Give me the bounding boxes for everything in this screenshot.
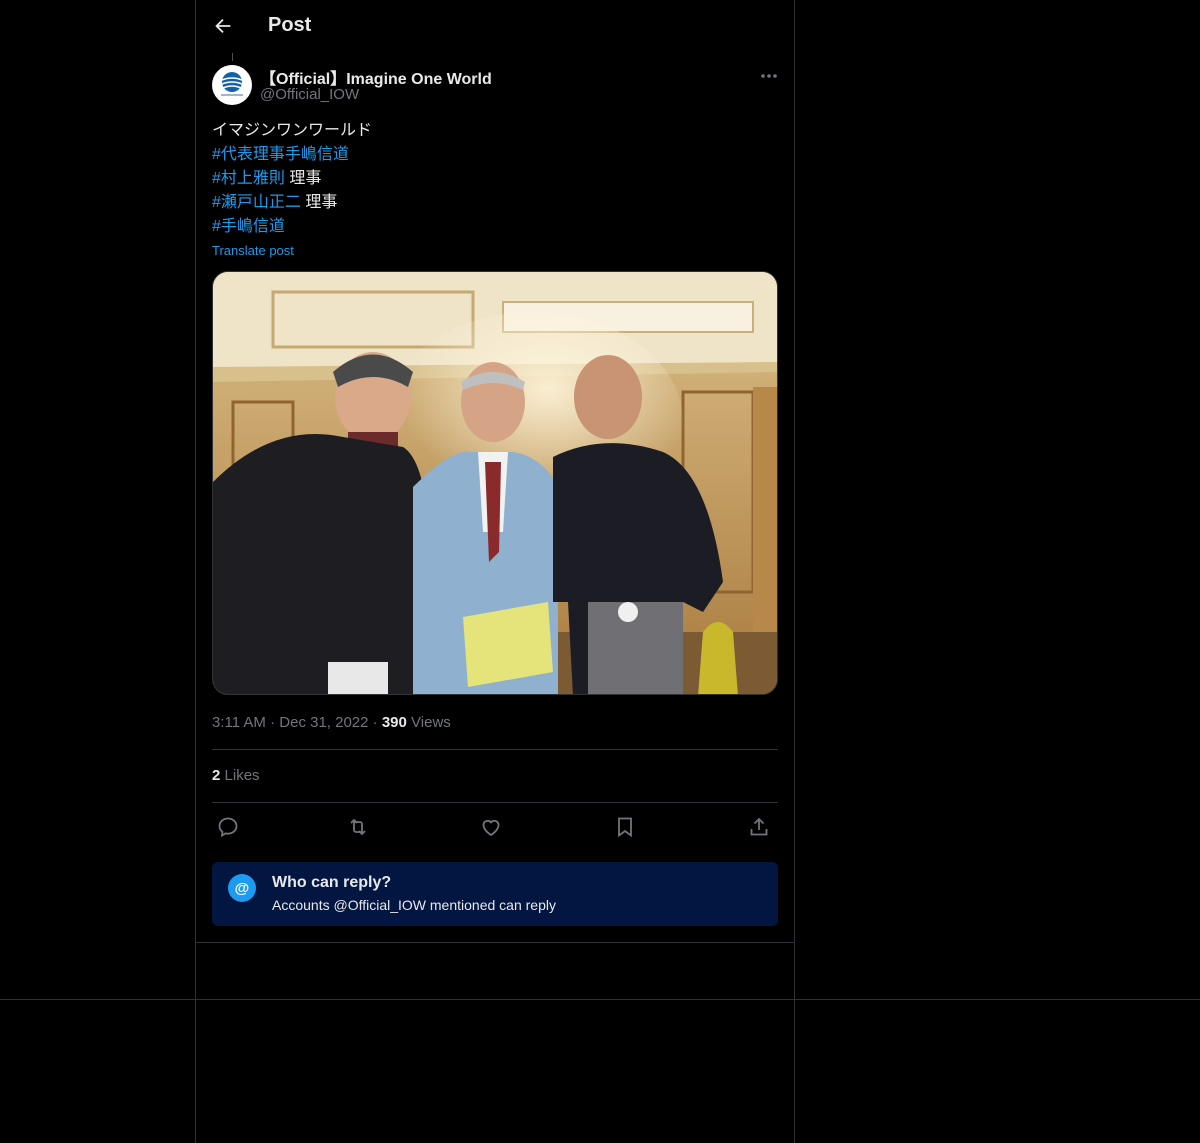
who-can-reply-subtitle: Accounts @Official_IOW mentioned can rep…	[272, 897, 556, 913]
post-date[interactable]: Dec 31, 2022	[279, 714, 368, 731]
post-line-suffix: 理事	[284, 170, 322, 187]
share-icon[interactable]	[747, 815, 771, 839]
post-line-text: イマジンワンワールド	[212, 122, 373, 139]
main-column: Post 【Official】Imagine One World @Offici…	[195, 0, 795, 1143]
views-count: 390	[381, 714, 407, 731]
likes-count: 2	[212, 767, 221, 784]
post-line: #瀬戸山正二 理事	[212, 191, 778, 215]
divider	[212, 749, 778, 750]
post-line: #手嶋信道	[212, 215, 778, 239]
more-options-icon[interactable]	[754, 66, 784, 86]
back-arrow-icon[interactable]	[212, 15, 234, 37]
hashtag-link[interactable]: #手嶋信道	[212, 218, 285, 235]
retweet-icon[interactable]	[346, 815, 370, 839]
likes-stat[interactable]: 2 Likes	[212, 767, 260, 784]
bookmark-icon[interactable]	[613, 815, 637, 839]
like-icon[interactable]	[479, 815, 503, 839]
meta-separator: ·	[372, 714, 382, 731]
hashtag-link[interactable]: #村上雅則	[212, 170, 285, 187]
post-photo[interactable]	[212, 271, 778, 695]
reply-icon[interactable]	[216, 815, 240, 839]
meta-separator: ·	[270, 714, 280, 731]
at-sign-icon: @	[228, 874, 256, 902]
divider	[196, 942, 794, 943]
divider	[212, 802, 778, 803]
author-handle[interactable]: @Official_IOW	[260, 86, 359, 103]
globe-logo-icon	[221, 72, 243, 96]
hashtag-link[interactable]: #代表理事手嶋信道	[212, 146, 349, 163]
photo-illustration	[213, 272, 777, 694]
thread-connector	[232, 53, 233, 61]
page-header: Post	[196, 0, 794, 53]
action-bar	[212, 812, 778, 842]
hashtag-link[interactable]: #瀬戸山正二	[212, 194, 301, 211]
views-label: Views	[411, 714, 451, 731]
page-title: Post	[268, 14, 312, 36]
likes-label: Likes	[224, 767, 260, 784]
translate-post-link[interactable]: Translate post	[212, 243, 294, 258]
post-line: #代表理事手嶋信道	[212, 143, 778, 167]
post-line: #村上雅則 理事	[212, 167, 778, 191]
post-text: イマジンワンワールド #代表理事手嶋信道 #村上雅則 理事 #瀬戸山正二 理事 …	[212, 119, 778, 239]
who-can-reply-box: @ Who can reply? Accounts @Official_IOW …	[212, 862, 778, 926]
post-time[interactable]: 3:11 AM	[212, 714, 266, 731]
post-line-suffix: 理事	[300, 194, 338, 211]
post-line: イマジンワンワールド	[212, 119, 778, 143]
avatar[interactable]	[212, 65, 252, 105]
post-meta: 3:11 AM · Dec 31, 2022 · 390 Views	[212, 714, 451, 731]
who-can-reply-title: Who can reply?	[272, 874, 392, 891]
